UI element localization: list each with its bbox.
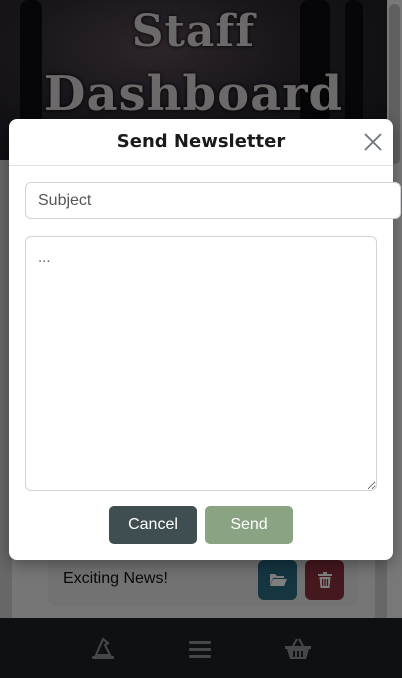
close-icon: [364, 133, 382, 151]
close-button[interactable]: [361, 130, 385, 154]
modal-header: Send Newsletter: [9, 119, 393, 166]
send-newsletter-modal: Send Newsletter Cancel Send: [9, 119, 401, 560]
cancel-button[interactable]: Cancel: [109, 506, 197, 544]
subject-input[interactable]: [25, 182, 401, 219]
send-button[interactable]: Send: [205, 506, 293, 544]
message-textarea[interactable]: [25, 236, 377, 491]
modal-title: Send Newsletter: [116, 131, 286, 152]
